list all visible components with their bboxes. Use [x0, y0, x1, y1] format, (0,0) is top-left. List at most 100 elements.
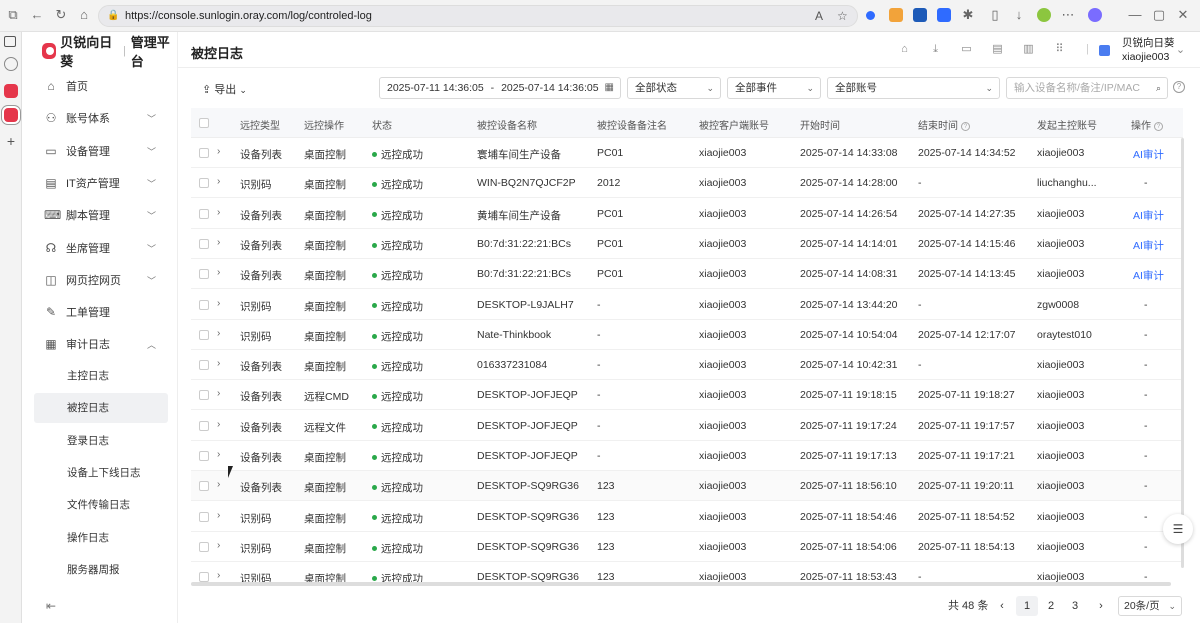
tab-panel-icon[interactable] — [4, 36, 16, 47]
nav-item[interactable]: ⌂ 首页 — [34, 71, 178, 101]
table-row[interactable]: › 识别码 桌面控制 远控成功 DESKTOP-SQ9RG36 123 xiaojie003… — [191, 562, 1183, 584]
account-select[interactable]: 全部账号 ⌄ — [827, 77, 1000, 99]
table-row[interactable]: › 设备列表 桌面控制 远控成功 DESKTOP-JOFJEQP - xiaojie003 2… — [191, 441, 1183, 471]
row-checkbox[interactable] — [199, 390, 209, 401]
row-checkbox[interactable] — [199, 299, 209, 310]
row-checkbox[interactable] — [199, 238, 209, 249]
favorite-icon[interactable]: ☆ — [837, 9, 848, 23]
expand-row-icon[interactable]: › — [217, 328, 220, 339]
table-row[interactable]: › 设备列表 桌面控制 远控成功 B0:7d:31:22:21:BCs PC01 xiaoj… — [191, 229, 1183, 259]
floating-list-button[interactable]: ☰ — [1163, 514, 1193, 544]
split-screen-icon[interactable]: ▯ — [988, 8, 1002, 22]
nav-item[interactable]: ☊ 坐席管理 ﹀ — [34, 233, 178, 263]
sub-nav-item[interactable]: 操作日志 — [34, 523, 168, 553]
expand-row-icon[interactable]: › — [217, 237, 220, 248]
table-row[interactable]: › 识别码 桌面控制 远控成功 WIN-BQ2N7QJCF2P 2012 xiaojie00… — [191, 168, 1183, 199]
prev-page-icon[interactable]: ‹ — [991, 596, 1013, 616]
read-aloud-icon[interactable]: A — [815, 9, 823, 23]
page-number[interactable]: 1 — [1016, 596, 1038, 616]
extension-icon[interactable] — [937, 8, 951, 22]
expand-row-icon[interactable]: › — [217, 479, 220, 490]
row-checkbox[interactable] — [199, 451, 209, 461]
expand-row-icon[interactable]: › — [217, 267, 220, 278]
table-row[interactable]: › 设备列表 远程CMD 远控成功 DESKTOP-JOFJEQP - xiaojie003… — [191, 380, 1183, 411]
status-select[interactable]: 全部状态 ⌄ — [627, 77, 721, 99]
back-icon[interactable]: ← — [30, 8, 44, 22]
row-checkbox[interactable] — [199, 481, 209, 492]
download-icon[interactable]: ↓ — [1012, 8, 1026, 22]
page-size-select[interactable]: 20条/页 ⌄ — [1118, 596, 1182, 616]
clipboard-icon[interactable]: ▥ — [1022, 43, 1035, 56]
sunlogin-tab-icon[interactable] — [4, 108, 18, 122]
row-checkbox[interactable] — [199, 511, 209, 522]
table-row[interactable]: › 识别码 桌面控制 远控成功 DESKTOP-SQ9RG36 123 xiaojie003… — [191, 502, 1183, 532]
horizontal-scrollbar[interactable] — [191, 582, 1171, 586]
home-icon[interactable]: ⌂ — [77, 8, 91, 22]
ai-audit-link[interactable]: AI审计 — [1133, 268, 1164, 283]
expand-row-icon[interactable]: › — [217, 207, 220, 218]
expand-row-icon[interactable]: › — [217, 449, 220, 460]
expand-row-icon[interactable]: › — [217, 419, 220, 430]
nav-item[interactable]: ⚇ 账号体系 ﹀ — [34, 103, 178, 133]
sub-nav-item[interactable]: 服务器周报 — [34, 555, 168, 585]
search-input[interactable]: 输入设备名称/备注/IP/MAC ⌕ — [1006, 77, 1168, 99]
nav-item[interactable]: ⌨ 脚本管理 ﹀ — [34, 200, 178, 230]
expand-row-icon[interactable]: › — [217, 570, 220, 581]
row-checkbox[interactable] — [199, 208, 209, 219]
next-page-icon[interactable]: › — [1090, 596, 1112, 616]
sub-nav-item[interactable]: 主控日志 — [34, 361, 168, 391]
chevron-down-icon[interactable]: ⌄ — [1174, 44, 1187, 57]
sub-nav-item[interactable]: 被控日志 — [34, 393, 168, 424]
new-tab-icon[interactable]: + — [4, 134, 18, 148]
copilot-icon[interactable] — [1088, 8, 1102, 22]
date-start[interactable]: 2025-07-11 14:36:05 — [387, 82, 484, 94]
date-range-picker[interactable]: 2025-07-11 14:36:05 - 2025-07-14 14:36:0… — [379, 77, 621, 99]
select-all-checkbox[interactable] — [199, 118, 209, 128]
table-row[interactable]: › 识别码 桌面控制 远控成功 Nate-Thinkbook - xiaojie003 202… — [191, 320, 1183, 350]
extensions-icon[interactable]: ✱ — [961, 8, 975, 22]
table-row[interactable]: › 设备列表 桌面控制 远控成功 B0:7d:31:22:21:BCs PC01 xiaoj… — [191, 259, 1183, 290]
expand-row-icon[interactable]: › — [217, 388, 220, 399]
row-checkbox[interactable] — [199, 178, 209, 189]
profile-icon[interactable] — [1037, 8, 1051, 22]
sub-nav-item[interactable]: 设备上下线日志 — [34, 458, 168, 488]
maximize-icon[interactable]: ▢ — [1152, 8, 1166, 22]
home-icon[interactable]: ⌂ — [898, 43, 911, 56]
sub-nav-item[interactable]: 文件传输日志 — [34, 490, 168, 520]
more-icon[interactable]: ⋯ — [1061, 8, 1075, 22]
refresh-icon[interactable]: ↻ — [54, 8, 68, 22]
address-bar[interactable]: 🔒 https://console.sunlogin.oray.com/log/… — [98, 5, 858, 27]
expand-row-icon[interactable]: › — [217, 510, 220, 521]
table-row[interactable]: › 设备列表 桌面控制 远控成功 寰埔车间生产设备 PC01 xiaojie003 2025-… — [191, 138, 1183, 168]
table-row[interactable]: › 设备列表 远程文件 远控成功 DESKTOP-JOFJEQP - xiaojie003 2… — [191, 411, 1183, 441]
expand-row-icon[interactable]: › — [217, 358, 220, 369]
ai-audit-link[interactable]: AI审计 — [1133, 238, 1164, 253]
screen-icon[interactable]: ▭ — [960, 43, 973, 56]
date-end[interactable]: 2025-07-14 14:36:05 — [501, 82, 599, 94]
page-number[interactable]: 3 — [1064, 596, 1086, 616]
table-row[interactable]: › 设备列表 桌面控制 远控成功 黄埔车间生产设备 PC01 xiaojie003 2025-… — [191, 199, 1183, 229]
table-row[interactable]: › 识别码 桌面控制 远控成功 DESKTOP-SQ9RG36 123 xiaojie003… — [191, 532, 1183, 562]
row-checkbox[interactable] — [199, 572, 209, 583]
row-checkbox[interactable] — [199, 148, 209, 158]
close-icon[interactable]: ✕ — [1176, 8, 1190, 22]
help-icon[interactable]: ? — [961, 121, 970, 131]
row-checkbox[interactable] — [199, 541, 209, 552]
help-icon[interactable]: ? — [1154, 121, 1163, 131]
nav-item[interactable]: ◫ 网页控网页 ﹀ — [34, 265, 178, 295]
event-select[interactable]: 全部事件 ⌄ — [727, 77, 821, 99]
extension-icon[interactable] — [913, 8, 927, 22]
row-checkbox[interactable] — [199, 269, 209, 280]
tab-actions-icon[interactable]: ⧉ — [6, 8, 20, 22]
sunlogin-tab-icon[interactable] — [4, 84, 18, 98]
ai-audit-link[interactable]: AI审计 — [1133, 208, 1164, 223]
row-checkbox[interactable] — [199, 420, 209, 431]
row-checkbox[interactable] — [199, 360, 209, 371]
expand-row-icon[interactable]: › — [217, 298, 220, 309]
user-menu[interactable]: 贝锐向日葵 xiaojie003 — [1122, 36, 1175, 64]
table-row[interactable]: › 识别码 桌面控制 远控成功 DESKTOP-L9JALH7 - xiaojie003 20… — [191, 290, 1183, 320]
brand-logo[interactable]: 贝锐向日葵 | 管理平台 — [42, 35, 177, 69]
nav-item[interactable]: ▦ 审计日志 ︿ — [34, 329, 178, 359]
download-icon[interactable]: ⤓ — [929, 43, 942, 56]
globe-icon[interactable] — [4, 57, 18, 71]
